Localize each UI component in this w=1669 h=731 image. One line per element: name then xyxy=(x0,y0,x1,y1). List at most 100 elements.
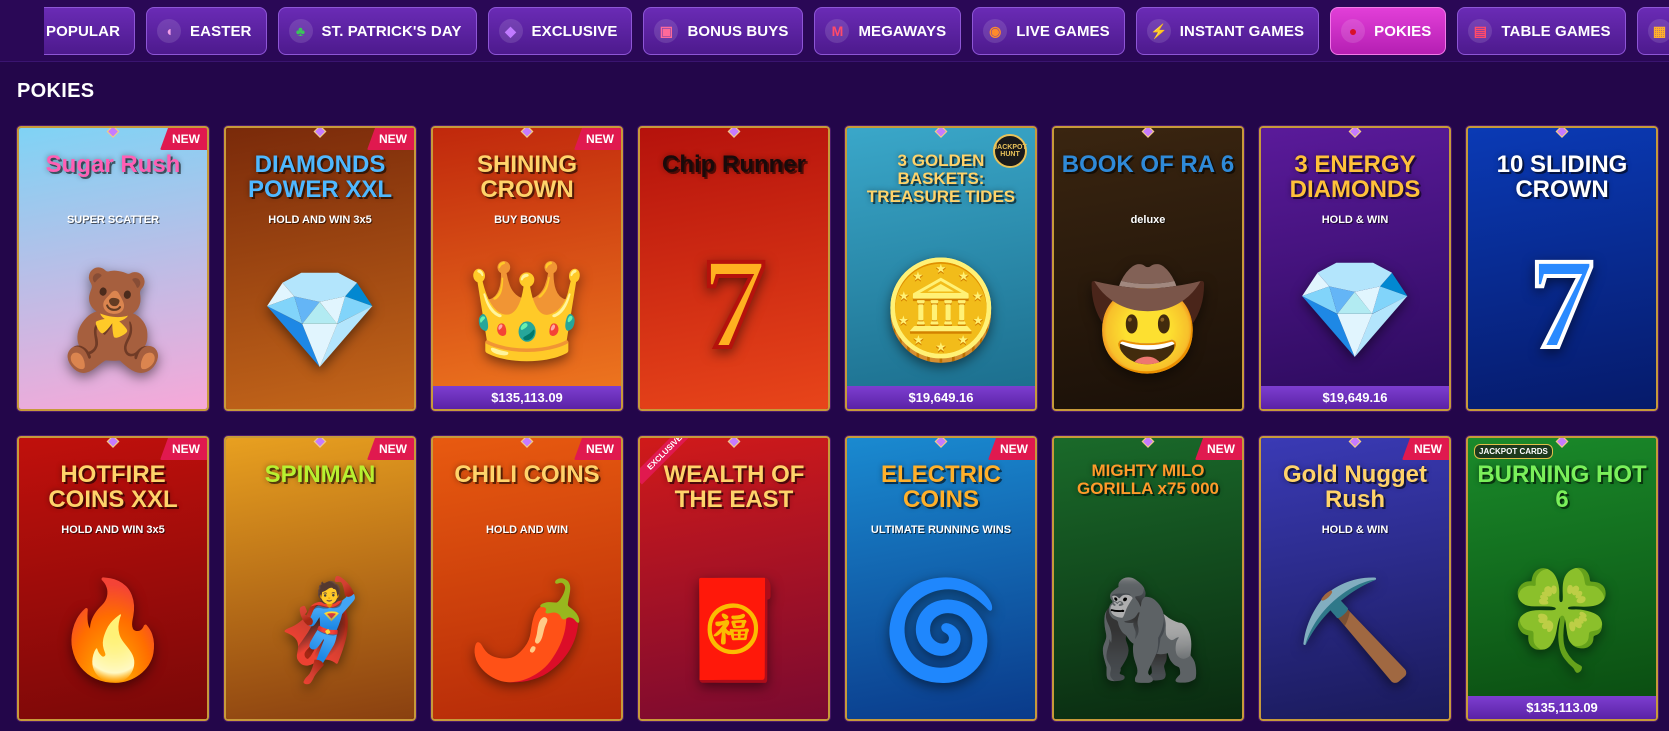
game-tile[interactable]: BOOK OF RA 6 deluxe 🤠 xyxy=(1052,126,1244,411)
megaways-m-icon: M xyxy=(825,19,850,43)
game-tile[interactable]: HOTFIRE COINS XXL HOLD AND WIN 3x5 🔥 NEW xyxy=(17,436,209,721)
game-tile[interactable]: 3 ENERGY DIAMONDS HOLD & WIN 💎 $19,649.16 xyxy=(1259,126,1451,411)
category-label: BONUS BUYS xyxy=(687,22,789,40)
easter-egg-icon: ◖ xyxy=(157,19,182,43)
game-tile[interactable]: CHILI COINS HOLD AND WIN 🌶️ NEW xyxy=(431,436,623,721)
game-tile[interactable]: SPINMAN 🦸 NEW xyxy=(224,436,416,721)
game-tile[interactable]: Chip Runner 7 xyxy=(638,126,830,411)
new-badge: NEW xyxy=(160,128,207,150)
new-badge: NEW xyxy=(1402,438,1449,460)
game-tile[interactable]: WEALTH OF THE EAST 🧧 EXCLUSIVE xyxy=(638,436,830,721)
jackpot-cards-logo: JACKPOT CARDS xyxy=(1474,444,1553,459)
game-tile[interactable]: DIAMONDS POWER XXL HOLD AND WIN 3x5 💎 NEW xyxy=(224,126,416,411)
game-title: HOTFIRE COINS XXL xyxy=(48,461,178,514)
new-badge: NEW xyxy=(367,128,414,150)
gold-coins-icon: 🪙 xyxy=(881,257,1001,364)
game-subtitle: BUY BONUS xyxy=(494,214,560,226)
yellow-diamond-icon: 💎 xyxy=(260,267,380,374)
game-tile[interactable]: MIGHTY MILO GORILLA x75 000 🦍 NEW xyxy=(1052,436,1244,721)
gorilla-icon: 🦍 xyxy=(1088,577,1208,684)
category-label: TABLE GAMES xyxy=(1501,22,1611,40)
live-chip-icon: ◉ xyxy=(983,19,1008,43)
diamond-icon: ◆ xyxy=(498,19,523,43)
game-title: WEALTH OF THE EAST xyxy=(663,461,805,514)
game-subtitle: HOLD AND WIN 3x5 xyxy=(268,214,372,226)
category-live-games[interactable]: ◉ LIVE GAMES xyxy=(972,7,1125,55)
game-tile[interactable]: Gold Nugget Rush HOLD & WIN ⛏️ NEW xyxy=(1259,436,1451,721)
category-exclusive[interactable]: ◆ EXCLUSIVE xyxy=(487,7,633,55)
category-label: EASTER xyxy=(190,22,252,40)
clover-icon: 🍀 xyxy=(1502,567,1622,674)
game-tile[interactable]: SHINING CROWN BUY BONUS 👑 NEW $135,113.09 xyxy=(431,126,623,411)
category-label: POKIES xyxy=(1374,22,1432,40)
game-tile[interactable]: ELECTRIC COINS ULTIMATE RUNNING WINS 🌀 NEW xyxy=(845,436,1037,721)
game-title: Sugar Rush xyxy=(45,151,181,178)
section-title: POKIES xyxy=(17,80,95,102)
games-grid: Sugar Rush SUPER SCATTER 🧸 NEW DIAMONDS POWE… xyxy=(17,126,1658,721)
new-badge: NEW xyxy=(574,128,621,150)
game-title: Chip Runner xyxy=(662,151,806,178)
jackpot-amount: $135,113.09 xyxy=(433,386,621,409)
game-tile[interactable]: 3 GOLDEN BASKETS: TREASURE TIDES 🪙 JACKPOT… xyxy=(845,126,1037,411)
category-all-games[interactable]: ▦ALL GAMES xyxy=(1636,7,1669,55)
jackpot-amount: $19,649.16 xyxy=(847,386,1035,409)
game-subtitle: HOLD & WIN xyxy=(1321,214,1389,226)
category-label: MEGAWAYS xyxy=(858,22,947,40)
category-label: POPULAR xyxy=(46,22,121,40)
instant-icon: ⚡ xyxy=(1146,19,1171,43)
category-pokies[interactable]: ● POKIES xyxy=(1330,7,1447,55)
game-title: CHILI COINS xyxy=(454,461,600,488)
category-label: LIVE GAMES xyxy=(1016,22,1110,40)
game-subtitle: HOLD & WIN xyxy=(1321,524,1389,536)
leprechaun-hat-icon: ♣ xyxy=(288,19,313,43)
category-easter[interactable]: ◖ EASTER xyxy=(146,7,267,55)
gift-icon: ▣ xyxy=(654,19,679,43)
category-bonus-buys[interactable]: ▣ BONUS BUYS xyxy=(643,7,804,55)
jackpot-amount: $19,649.16 xyxy=(1261,386,1449,409)
jackpot-amount: $135,113.09 xyxy=(1468,696,1656,719)
game-tile[interactable]: Sugar Rush SUPER SCATTER 🧸 NEW xyxy=(17,126,209,411)
gummy-bear-icon: 🧸 xyxy=(53,267,173,374)
category-table-games[interactable]: ▤ TABLE GAMES xyxy=(1457,7,1626,55)
fire-coin-icon: 🔥 xyxy=(53,577,173,684)
category-label: EXCLUSIVE xyxy=(531,22,618,40)
game-tile[interactable]: 10 SLIDING CROWN 7 xyxy=(1466,126,1658,411)
superhero-icon: 🦸 xyxy=(260,577,380,684)
game-subtitle: deluxe xyxy=(1130,214,1166,226)
blue-seven-icon: 7 xyxy=(1528,232,1597,376)
game-title: 3 ENERGY DIAMONDS xyxy=(1289,151,1421,204)
category-label: ST. PATRICK'S DAY xyxy=(321,22,462,40)
game-title: BOOK OF RA 6 xyxy=(1061,151,1235,178)
cherries-icon: ● xyxy=(1341,19,1366,43)
jackpot-hunt-logo: JACKPOT HUNT xyxy=(993,134,1027,168)
fortune-god-icon: 🧧 xyxy=(674,577,794,684)
category-megaways[interactable]: M MEGAWAYS xyxy=(814,7,962,55)
game-tile[interactable]: BURNING HOT 6 🍀 JACKPOT CARDS $135,113.09 xyxy=(1466,436,1658,721)
game-title: 10 SLIDING CROWN xyxy=(1496,151,1628,204)
all-games-icon: ▦ xyxy=(1647,19,1669,43)
game-title: MIGHTY MILO GORILLA x75 000 xyxy=(1076,461,1220,498)
category-popular[interactable]: POPULAR xyxy=(44,7,136,55)
new-badge: NEW xyxy=(574,438,621,460)
game-title: SHINING CROWN xyxy=(476,151,577,204)
new-badge: NEW xyxy=(988,438,1035,460)
new-badge: NEW xyxy=(160,438,207,460)
chili-icon: 🌶️ xyxy=(467,577,587,684)
new-badge: NEW xyxy=(367,438,414,460)
game-subtitle: SUPER SCATTER xyxy=(66,214,160,226)
explorer-icon: 🤠 xyxy=(1088,267,1208,374)
game-title: ELECTRIC COINS xyxy=(881,461,1001,514)
game-title: SPINMAN xyxy=(264,461,376,488)
seven-icon: 7 xyxy=(700,232,769,376)
electric-coin-icon: 🌀 xyxy=(881,577,1001,684)
new-badge: NEW xyxy=(1195,438,1242,460)
miner-icon: ⛏️ xyxy=(1295,577,1415,684)
category-instant-games[interactable]: ⚡ INSTANT GAMES xyxy=(1135,7,1320,55)
cards-icon: ▤ xyxy=(1468,19,1493,43)
category-label: INSTANT GAMES xyxy=(1179,22,1305,40)
game-title: Gold Nugget Rush xyxy=(1283,461,1427,514)
crown-icon: 👑 xyxy=(467,257,587,364)
game-subtitle: HOLD AND WIN xyxy=(485,524,569,536)
game-subtitle: ULTIMATE RUNNING WINS xyxy=(870,524,1012,536)
category-st-patrick-s-day[interactable]: ♣ ST. PATRICK'S DAY xyxy=(277,7,477,55)
